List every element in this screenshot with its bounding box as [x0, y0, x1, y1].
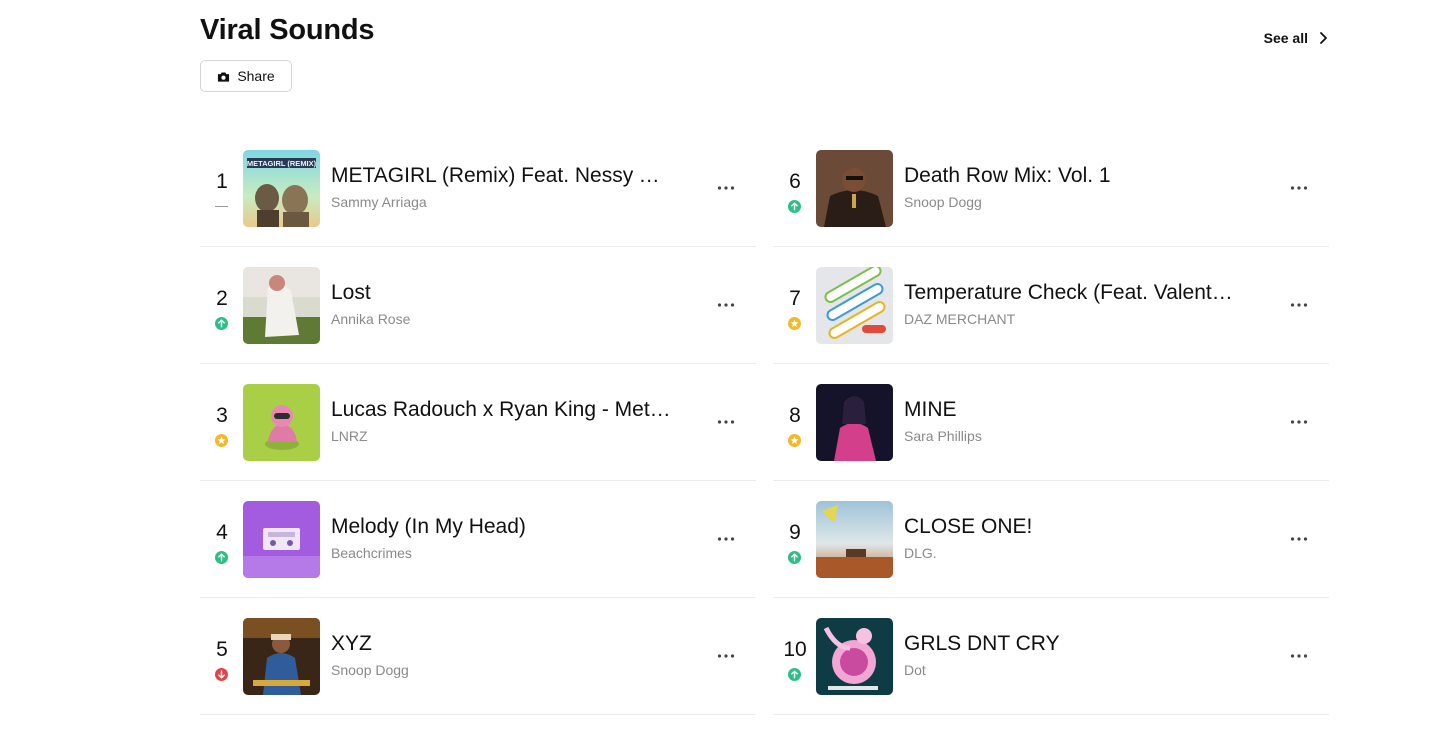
track-row[interactable]: 3 Lucas Radouch x Ryan King - Met… LNRZ: [200, 364, 756, 481]
track-artist[interactable]: DAZ MERCHANT: [904, 311, 1015, 327]
trend-up-icon: [788, 668, 801, 681]
track-artist[interactable]: DLG.: [904, 545, 937, 561]
track-artist[interactable]: Snoop Dogg: [904, 194, 982, 210]
album-art: [243, 384, 320, 461]
more-options-button[interactable]: [1289, 412, 1309, 432]
track-title[interactable]: CLOSE ONE!: [904, 515, 1244, 539]
album-art: [243, 618, 320, 695]
track-row[interactable]: 5 XYZ Snoop Dogg: [200, 598, 756, 715]
track-row[interactable]: 8 MINE Sara Phillips: [773, 364, 1329, 481]
album-art: METAGIRL (REMIX): [243, 150, 320, 227]
see-all-label: See all: [1263, 30, 1308, 46]
more-options-button[interactable]: [716, 646, 736, 666]
trend-up-icon: [215, 317, 228, 330]
trend-new-icon: [215, 434, 228, 447]
track-row[interactable]: 10 GRLS DNT CRY Dot: [773, 598, 1329, 715]
track-artist[interactable]: Annika Rose: [331, 311, 410, 327]
track-row[interactable]: 9 CLOSE ONE! DLG.: [773, 481, 1329, 598]
more-options-button[interactable]: [716, 178, 736, 198]
trend-down-icon: [215, 668, 228, 681]
trend-up-icon: [215, 551, 228, 564]
track-row[interactable]: 1 METAGIRL (REMIX) METAGIRL (Remix) Feat…: [200, 130, 756, 247]
more-horizontal-icon: [717, 303, 735, 307]
track-artist[interactable]: Snoop Dogg: [331, 662, 409, 678]
track-title[interactable]: METAGIRL (Remix) Feat. Nessy Th…: [331, 164, 671, 188]
rank-number: 3: [216, 404, 228, 427]
more-horizontal-icon: [1290, 186, 1308, 190]
more-options-button[interactable]: [1289, 646, 1309, 666]
album-art: [243, 501, 320, 578]
rank-number: 4: [216, 521, 228, 544]
more-horizontal-icon: [1290, 537, 1308, 541]
chart-column-left: 1 METAGIRL (REMIX) METAGIRL (Remix) Feat…: [200, 130, 756, 715]
more-horizontal-icon: [717, 420, 735, 424]
album-art: [816, 384, 893, 461]
share-button[interactable]: Share: [200, 60, 292, 92]
album-art: [816, 267, 893, 344]
page-title: Viral Sounds: [200, 14, 375, 46]
rank-number: 2: [216, 287, 228, 310]
track-title[interactable]: MINE: [904, 398, 1244, 422]
rank-number: 7: [789, 287, 801, 310]
track-title[interactable]: Death Row Mix: Vol. 1: [904, 164, 1244, 188]
rank-number: 6: [789, 170, 801, 193]
album-art: [243, 267, 320, 344]
track-artist[interactable]: Beachcrimes: [331, 545, 412, 561]
track-row[interactable]: 7 Temperature Check (Feat. Valent… DAZ M…: [773, 247, 1329, 364]
album-art: [816, 618, 893, 695]
track-row[interactable]: 4 Melody (In My Head) Beachcrimes: [200, 481, 756, 598]
camera-icon: [218, 72, 230, 82]
track-title[interactable]: Melody (In My Head): [331, 515, 671, 539]
share-label: Share: [237, 68, 275, 84]
track-title[interactable]: XYZ: [331, 632, 671, 656]
album-art: [816, 501, 893, 578]
chevron-right-icon: [1320, 32, 1327, 44]
trend-new-icon: [788, 317, 801, 330]
track-artist[interactable]: Dot: [904, 662, 926, 678]
track-title[interactable]: Lost: [331, 281, 671, 305]
more-options-button[interactable]: [716, 529, 736, 549]
more-options-button[interactable]: [1289, 529, 1309, 549]
track-title[interactable]: Lucas Radouch x Ryan King - Met…: [331, 398, 671, 422]
more-horizontal-icon: [717, 654, 735, 658]
more-horizontal-icon: [1290, 420, 1308, 424]
more-options-button[interactable]: [716, 412, 736, 432]
track-title[interactable]: Temperature Check (Feat. Valent…: [904, 281, 1244, 305]
more-horizontal-icon: [717, 186, 735, 190]
album-art-text: METAGIRL (REMIX): [247, 159, 317, 168]
trend-up-icon: [788, 200, 801, 213]
track-row[interactable]: 6 Death Row Mix: Vol. 1 Snoop Dogg: [773, 130, 1329, 247]
track-row[interactable]: 2 Lost Annika Rose: [200, 247, 756, 364]
trend-up-icon: [788, 551, 801, 564]
album-art: [816, 150, 893, 227]
more-options-button[interactable]: [1289, 178, 1309, 198]
chart-column-right: 6 Death Row Mix: Vol. 1 Snoop Dogg 7 Tem…: [773, 130, 1329, 715]
rank-number: 8: [789, 404, 801, 427]
rank-number: 10: [783, 638, 807, 661]
more-horizontal-icon: [1290, 303, 1308, 307]
rank-number: 9: [789, 521, 801, 544]
more-options-button[interactable]: [1289, 295, 1309, 315]
rank-number: 1: [216, 170, 228, 193]
track-artist[interactable]: LNRZ: [331, 428, 368, 444]
trend-same-icon: [215, 200, 228, 213]
more-options-button[interactable]: [716, 295, 736, 315]
rank-number: 5: [216, 638, 228, 661]
more-horizontal-icon: [717, 537, 735, 541]
trend-new-icon: [788, 434, 801, 447]
see-all-link[interactable]: See all: [1264, 30, 1330, 46]
more-horizontal-icon: [1290, 654, 1308, 658]
track-artist[interactable]: Sammy Arriaga: [331, 194, 427, 210]
track-title[interactable]: GRLS DNT CRY: [904, 632, 1244, 656]
track-artist[interactable]: Sara Phillips: [904, 428, 982, 444]
